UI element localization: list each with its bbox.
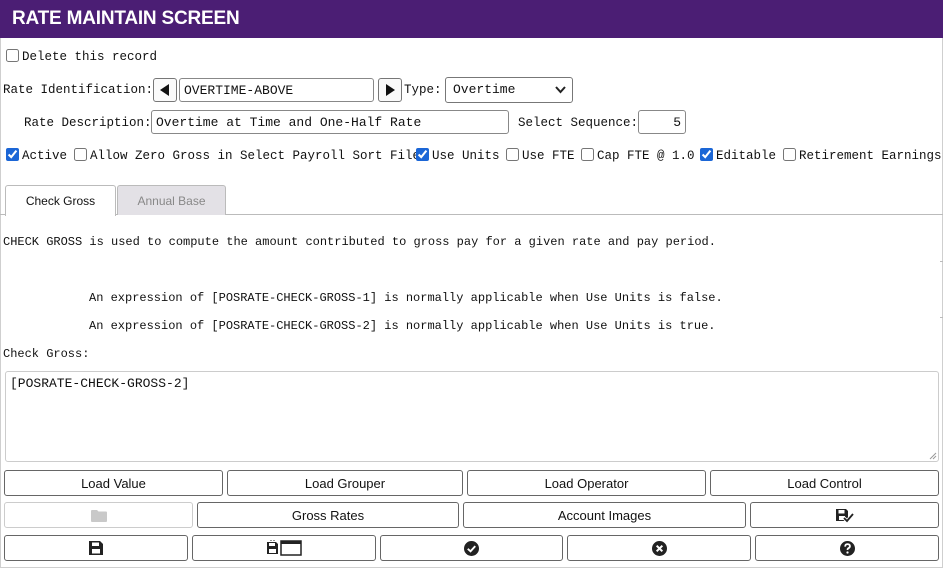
prev-record-button[interactable] [153, 78, 177, 102]
check-circle-icon [464, 540, 479, 556]
select-seq-label: Select Sequence: [518, 116, 639, 130]
title-bar: RATE MAINTAIN SCREEN [0, 0, 943, 38]
account-images-button[interactable]: Account Images [463, 502, 746, 528]
cap-fte-label: Cap FTE @ 1.0 [597, 149, 695, 163]
check-gross-expression-textarea[interactable]: [POSRATE-CHECK-GROSS-2] [5, 371, 939, 462]
triangle-right-icon [386, 84, 395, 96]
delete-record-checkbox[interactable] [6, 49, 19, 62]
load-operator-button[interactable]: Load Operator [467, 470, 706, 496]
triangle-left-icon [160, 84, 169, 96]
question-circle-icon [839, 540, 855, 556]
rate-id-input[interactable] [179, 78, 374, 102]
type-select[interactable]: Overtime [445, 77, 573, 103]
allow-zero-gross-checkbox[interactable] [74, 148, 87, 161]
save-button[interactable] [4, 535, 188, 561]
save-check-icon [835, 508, 854, 523]
tab-check-gross[interactable]: Check Gross [5, 185, 116, 216]
save-verify-button[interactable] [750, 502, 939, 528]
help-button[interactable] [755, 535, 939, 561]
use-fte-checkbox[interactable] [506, 148, 519, 161]
info-line-2: An expression of [POSRATE-CHECK-GROSS-1]… [89, 291, 723, 305]
load-value-button[interactable]: Load Value [4, 470, 223, 496]
open-folder-button[interactable] [4, 502, 193, 528]
ok-button[interactable] [380, 535, 563, 561]
check-gross-expression-value: [POSRATE-CHECK-GROSS-2] [10, 376, 190, 391]
active-label: Active [22, 149, 68, 163]
chevron-down-icon [555, 86, 566, 94]
tab-annual-base[interactable]: Annual Base [117, 185, 226, 215]
x-circle-icon [651, 540, 667, 556]
cap-fte-checkbox[interactable] [581, 148, 594, 161]
allow-zero-gross-label: Allow Zero Gross in Select Payroll Sort … [90, 149, 421, 163]
gross-rates-button[interactable]: Gross Rates [197, 502, 459, 528]
tab-annual-base-label: Annual Base [137, 193, 206, 208]
save-window-icon [267, 540, 302, 556]
use-units-label: Use Units [432, 149, 500, 163]
active-checkbox[interactable] [6, 148, 19, 161]
load-control-button[interactable]: Load Control [710, 470, 939, 496]
type-select-value: Overtime [453, 82, 516, 97]
tab-check-gross-label: Check Gross [25, 194, 96, 208]
load-grouper-button[interactable]: Load Grouper [227, 470, 463, 496]
delete-record-label: Delete this record [22, 50, 158, 64]
rate-desc-input[interactable] [151, 110, 509, 134]
retirement-earnings-checkbox[interactable] [783, 148, 796, 161]
gross-rates-label: Gross Rates [291, 507, 365, 523]
select-seq-input[interactable] [638, 110, 686, 134]
use-units-checkbox[interactable] [416, 148, 429, 161]
cancel-button[interactable] [567, 535, 751, 561]
page-title: RATE MAINTAIN SCREEN [12, 8, 240, 29]
save-new-window-button[interactable] [192, 535, 376, 561]
load-control-label: Load Control [787, 475, 862, 491]
save-icon [89, 541, 103, 555]
editable-checkbox[interactable] [700, 148, 713, 161]
account-images-label: Account Images [557, 507, 652, 523]
load-operator-label: Load Operator [544, 475, 629, 491]
next-record-button[interactable] [378, 78, 402, 102]
load-value-label: Load Value [81, 475, 146, 491]
use-fte-label: Use FTE [522, 149, 575, 163]
info-line-3: An expression of [POSRATE-CHECK-GROSS-2]… [89, 319, 716, 333]
resize-handle-icon[interactable] [929, 452, 937, 460]
load-grouper-label: Load Grouper [304, 475, 386, 491]
check-gross-label: Check Gross: [3, 347, 90, 361]
editable-label: Editable [716, 149, 777, 163]
rate-id-label: Rate Identification: [3, 83, 154, 97]
info-line-1: CHECK GROSS is used to compute the amoun… [3, 235, 716, 249]
retirement-earnings-label: Retirement Earnings [799, 149, 942, 163]
type-label: Type: [404, 83, 442, 97]
folder-icon [90, 509, 107, 522]
rate-desc-label: Rate Description: [24, 116, 152, 130]
